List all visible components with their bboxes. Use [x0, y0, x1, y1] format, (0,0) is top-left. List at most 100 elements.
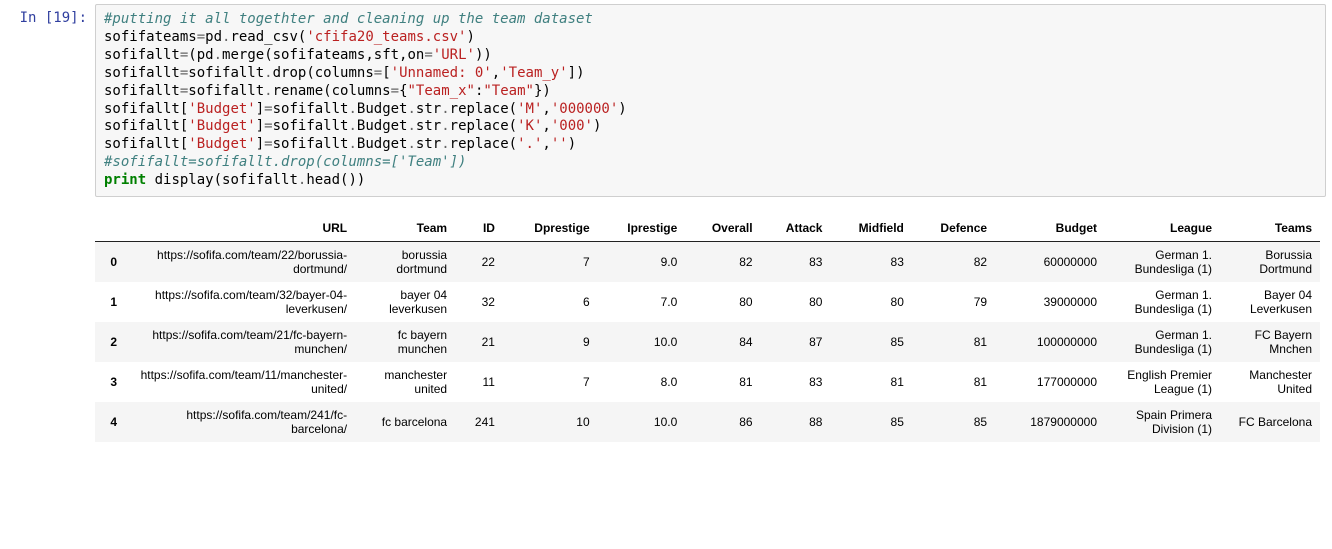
row-index: 0	[95, 242, 125, 283]
code-token: sofifallt	[104, 65, 180, 81]
cell-overall: 82	[685, 242, 760, 283]
comment: #putting it all togethter and cleaning u…	[104, 11, 593, 27]
code-token: =	[180, 47, 188, 63]
comment: #sofifallt=sofifallt.drop(columns=['Team…	[104, 154, 466, 170]
code-token: drop	[273, 65, 307, 81]
cell-url: https://sofifa.com/team/22/borussia-dort…	[125, 242, 355, 283]
code-token: =	[424, 47, 432, 63]
code-token: 'cfifa20_teams.csv'	[306, 29, 466, 45]
code-token: 'Budget'	[188, 118, 255, 134]
code-token: merge	[222, 47, 264, 63]
cell-budget: 39000000	[995, 282, 1105, 322]
code-token: .	[441, 136, 449, 152]
code-token: sofifallt	[104, 47, 180, 63]
code-token: sofifallt[	[104, 118, 188, 134]
code-token: .	[348, 136, 356, 152]
cell-overall: 86	[685, 402, 760, 442]
cell-teams: Borussia Dortmund	[1220, 242, 1320, 283]
cell-dprestige: 7	[503, 242, 598, 283]
cell-overall: 80	[685, 282, 760, 322]
cell-defence: 79	[912, 282, 995, 322]
cell-defence: 81	[912, 362, 995, 402]
code-token: str	[416, 118, 441, 134]
code-token: replace	[450, 101, 509, 117]
cell-defence: 81	[912, 322, 995, 362]
column-header	[95, 215, 125, 242]
code-token: pd	[205, 29, 222, 45]
cell-teams: FC Barcelona	[1220, 402, 1320, 442]
code-token: sofifateams	[104, 29, 197, 45]
code-token: '.'	[517, 136, 542, 152]
input-prompt: In [19]:	[0, 4, 95, 197]
cell-dprestige: 10	[503, 402, 598, 442]
code-token: ''	[551, 136, 568, 152]
code-token: "Team"	[483, 83, 534, 99]
code-token: columns	[332, 83, 391, 99]
cell-dprestige: 6	[503, 282, 598, 322]
cell-id: 32	[455, 282, 503, 322]
code-input-area[interactable]: #putting it all togethter and cleaning u…	[95, 4, 1326, 197]
column-header: Midfield	[830, 215, 911, 242]
cell-midfield: 81	[830, 362, 911, 402]
code-token: sofifallt	[273, 118, 349, 134]
code-token: replace	[450, 136, 509, 152]
code-token: sofifallt[	[104, 136, 188, 152]
code-token: .	[214, 47, 222, 63]
code-token: display(sofifallt	[146, 172, 298, 188]
cell-league: German 1. Bundesliga (1)	[1105, 282, 1220, 322]
cell-attack: 83	[761, 362, 831, 402]
cell-id: 241	[455, 402, 503, 442]
cell-url: https://sofifa.com/team/241/fc-barcelona…	[125, 402, 355, 442]
cell-team: bayer 04 leverkusen	[355, 282, 455, 322]
cell-attack: 83	[761, 242, 831, 283]
code-token: replace	[450, 118, 509, 134]
code-token: "Team_x"	[408, 83, 475, 99]
code-token: '000000'	[551, 101, 618, 117]
cell-midfield: 85	[830, 322, 911, 362]
cell-budget: 60000000	[995, 242, 1105, 283]
code-token: str	[416, 101, 441, 117]
cell-url: https://sofifa.com/team/32/bayer-04-leve…	[125, 282, 355, 322]
code-token: .	[441, 101, 449, 117]
code-token: 'Budget'	[188, 136, 255, 152]
cell-dprestige: 9	[503, 322, 598, 362]
code-token: .	[407, 118, 415, 134]
code-token: .	[264, 83, 272, 99]
code-token: 'M'	[517, 101, 542, 117]
code-token: print	[104, 172, 146, 188]
table-body: 0https://sofifa.com/team/22/borussia-dor…	[95, 242, 1320, 443]
row-index: 4	[95, 402, 125, 442]
cell-league: English Premier League (1)	[1105, 362, 1220, 402]
code-token: Budget	[357, 101, 408, 117]
code-token: 'K'	[517, 118, 542, 134]
cell-midfield: 85	[830, 402, 911, 442]
code-token: =	[264, 118, 272, 134]
column-header: Dprestige	[503, 215, 598, 242]
code-token: =	[264, 136, 272, 152]
code-token: =	[264, 101, 272, 117]
notebook-code-cell: In [19]: #putting it all togethter and c…	[0, 0, 1332, 197]
code-token: read_csv	[230, 29, 297, 45]
code-token: .	[264, 65, 272, 81]
code-token: sofifallt	[188, 65, 264, 81]
cell-team: manchester united	[355, 362, 455, 402]
cell-overall: 84	[685, 322, 760, 362]
code-block[interactable]: #putting it all togethter and cleaning u…	[104, 11, 1317, 190]
cell-attack: 88	[761, 402, 831, 442]
column-header: Overall	[685, 215, 760, 242]
cell-url: https://sofifa.com/team/11/manchester-un…	[125, 362, 355, 402]
cell-budget: 177000000	[995, 362, 1105, 402]
cell-iprestige: 8.0	[598, 362, 686, 402]
code-token: Budget	[357, 136, 408, 152]
cell-id: 21	[455, 322, 503, 362]
column-header: Team	[355, 215, 455, 242]
cell-defence: 82	[912, 242, 995, 283]
cell-iprestige: 7.0	[598, 282, 686, 322]
cell-attack: 80	[761, 282, 831, 322]
code-token: 'Budget'	[188, 101, 255, 117]
column-header: Budget	[995, 215, 1105, 242]
code-token: sofifallt	[188, 83, 264, 99]
cell-id: 11	[455, 362, 503, 402]
cell-team: fc barcelona	[355, 402, 455, 442]
code-token: =	[197, 29, 205, 45]
